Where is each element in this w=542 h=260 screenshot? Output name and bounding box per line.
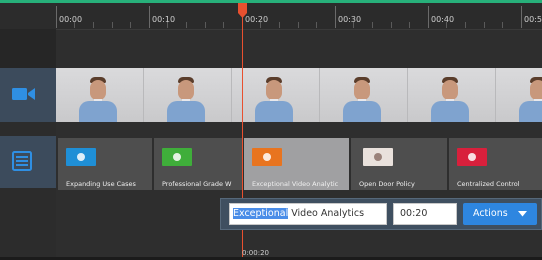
track-header-column bbox=[0, 3, 56, 257]
video-frame-thumbnail bbox=[320, 68, 408, 122]
ruler-time-label: 00:00 bbox=[59, 15, 83, 24]
ruler-minor-tick bbox=[372, 22, 373, 28]
ruler-major-tick bbox=[56, 6, 57, 28]
ruler-minor-tick bbox=[465, 22, 466, 28]
ruler-minor-tick bbox=[205, 22, 206, 28]
ruler-time-label: 00:40 bbox=[431, 15, 455, 24]
video-track-header[interactable] bbox=[0, 68, 56, 122]
slide-thumbnail bbox=[252, 148, 282, 166]
ruler-major-tick bbox=[149, 6, 150, 28]
slide-clip[interactable]: Open Door Policy bbox=[351, 138, 447, 190]
slide-thumbnail bbox=[457, 148, 487, 166]
actions-button-label: Actions bbox=[473, 208, 508, 219]
track-header-spacer bbox=[0, 29, 56, 71]
slide-clip[interactable]: Expanding Use Cases bbox=[58, 138, 152, 190]
ruler-minor-tick bbox=[93, 22, 94, 28]
ruler-minor-tick bbox=[279, 22, 280, 28]
ruler-minor-tick bbox=[484, 22, 485, 28]
ruler-minor-tick bbox=[409, 22, 410, 28]
video-frame-thumbnail bbox=[496, 68, 542, 122]
video-track[interactable] bbox=[56, 68, 542, 122]
slide-label: Open Door Policy bbox=[359, 180, 415, 188]
ruler-time-label: 00:5 bbox=[524, 15, 542, 24]
unselected-text: Video Analytics bbox=[288, 208, 365, 219]
ruler-major-tick bbox=[428, 6, 429, 28]
selected-text: Exceptional bbox=[233, 208, 289, 219]
ruler-minor-tick bbox=[298, 22, 299, 28]
slide-time-input[interactable]: 00:20 bbox=[393, 203, 457, 225]
slide-clip-selected[interactable]: Exceptional Video Analytic bbox=[244, 138, 349, 190]
slide-label: Exceptional Video Analytic bbox=[252, 180, 339, 188]
slide-thumbnail bbox=[66, 148, 96, 166]
ruler-minor-tick bbox=[223, 22, 224, 28]
ruler-minor-tick bbox=[391, 22, 392, 28]
slides-track-header[interactable] bbox=[0, 136, 56, 188]
slide-thumbnail bbox=[363, 148, 393, 166]
ruler-minor-tick bbox=[112, 22, 113, 28]
slide-label: Expanding Use Cases bbox=[66, 180, 136, 188]
ruler-minor-tick bbox=[186, 22, 187, 28]
slide-label: Professional Grade W bbox=[162, 180, 232, 188]
slide-clip[interactable]: Professional Grade W bbox=[154, 138, 242, 190]
timeline-ruler[interactable]: 00:00 00:10 00:20 00:30 00:40 00:5 bbox=[56, 3, 542, 30]
slide-label: Centralized Control bbox=[457, 180, 520, 188]
slides-list-icon[interactable] bbox=[12, 151, 32, 175]
video-camera-icon[interactable] bbox=[12, 86, 36, 106]
ruler-minor-tick bbox=[316, 22, 317, 28]
slide-thumbnail bbox=[162, 148, 192, 166]
playhead-handle-icon[interactable] bbox=[237, 3, 248, 18]
slides-track: Expanding Use Cases Professional Grade W… bbox=[56, 138, 542, 190]
timeline-empty-row bbox=[56, 30, 542, 68]
video-frame-thumbnail bbox=[144, 68, 232, 122]
slide-clip[interactable]: Centralized Control bbox=[449, 138, 542, 190]
video-frame-thumbnail bbox=[56, 68, 144, 122]
slide-title-input[interactable]: Exceptional Video Analytics bbox=[229, 203, 387, 225]
ruler-minor-tick bbox=[502, 22, 503, 28]
ruler-major-tick bbox=[335, 6, 336, 28]
ruler-time-label: 00:10 bbox=[152, 15, 176, 24]
caret-down-icon bbox=[518, 209, 527, 220]
ruler-major-tick bbox=[521, 6, 522, 28]
actions-dropdown-button[interactable]: Actions bbox=[463, 203, 537, 225]
playhead-time-readout: 0:00:20 bbox=[242, 249, 269, 257]
ruler-minor-tick bbox=[130, 22, 131, 28]
ruler-time-label: 00:30 bbox=[338, 15, 362, 24]
video-frame-thumbnail bbox=[408, 68, 496, 122]
ruler-time-label: 00:20 bbox=[245, 15, 269, 24]
video-frame-thumbnail bbox=[232, 68, 320, 122]
